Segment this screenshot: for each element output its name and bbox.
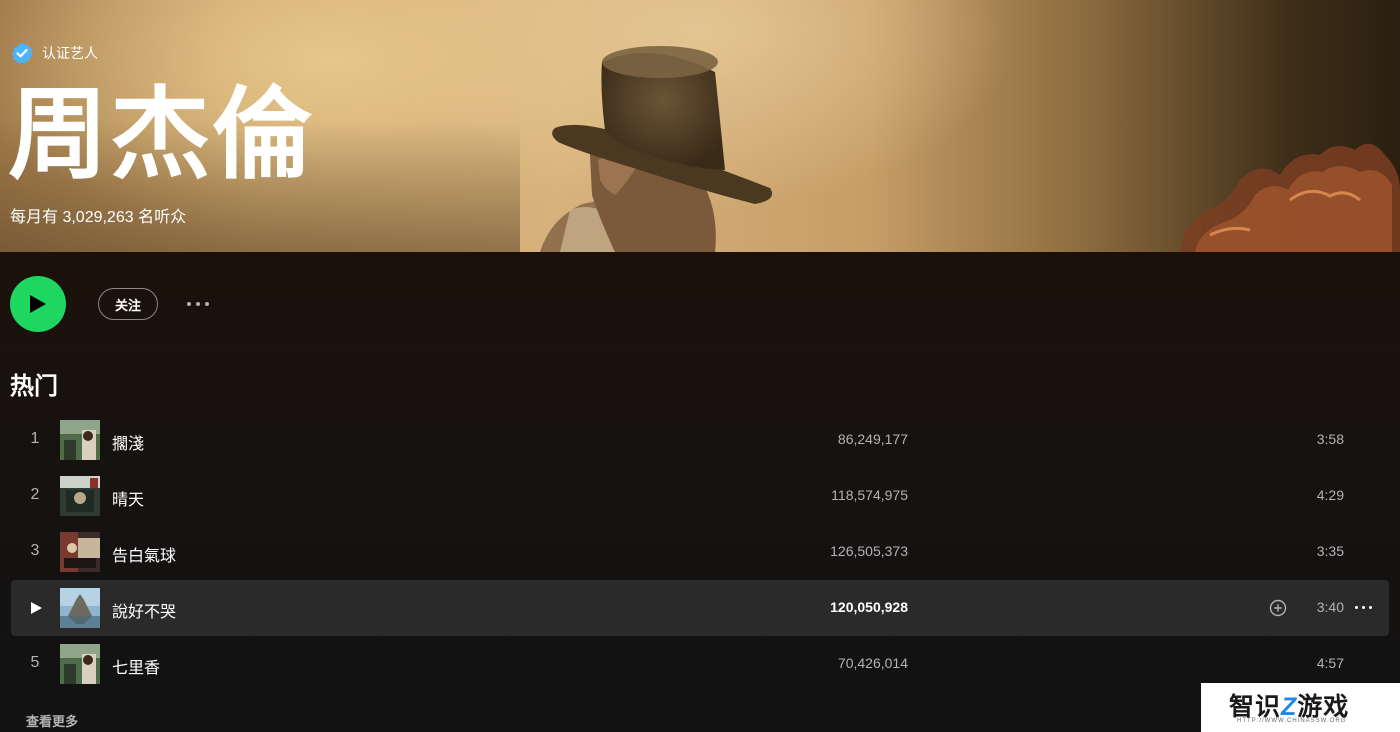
dot-icon — [196, 302, 200, 306]
track-play-count: 118,574,975 — [831, 487, 908, 503]
artist-page: 认证艺人 周杰倫 每月有 3,029,263 名听众 关注 热门 1 擱淺 86… — [0, 0, 1400, 732]
album-cover-thumbnail — [60, 588, 100, 628]
play-button[interactable] — [10, 276, 66, 332]
album-cover-thumbnail — [60, 644, 100, 684]
track-number: 2 — [30, 486, 40, 503]
site-watermark-logo: 智识Z游戏 HTTP://WWW.CHINASSW.ORG — [1201, 683, 1400, 732]
track-duration: 4:29 — [1316, 487, 1344, 503]
dot-icon — [205, 302, 209, 306]
monthly-listeners-count: 每月有 3,029,263 名听众 — [10, 209, 187, 226]
track-row[interactable]: 1 擱淺 86,249,177 3:58 — [11, 412, 1389, 468]
artist-hero-banner: 认证艺人 周杰倫 每月有 3,029,263 名听众 — [0, 0, 1400, 252]
track-title[interactable]: 晴天 — [112, 486, 144, 510]
artist-name-title: 周杰倫 — [8, 79, 314, 191]
track-title[interactable]: 七里香 — [112, 654, 160, 678]
popular-section-title: 热门 — [10, 373, 58, 400]
follow-button[interactable]: 关注 — [98, 288, 158, 320]
track-title[interactable]: 告白氣球 — [112, 542, 176, 566]
verified-check-icon — [11, 42, 33, 64]
dot-icon — [1355, 606, 1358, 609]
track-play-count: 86,249,177 — [837, 431, 908, 447]
dot-icon — [187, 302, 191, 306]
track-title[interactable]: 說好不哭 — [112, 598, 176, 622]
track-number: 3 — [30, 542, 40, 559]
more-options-button[interactable] — [182, 292, 214, 316]
track-play-count: 70,426,014 — [837, 655, 908, 671]
track-number: 5 — [30, 654, 40, 671]
artist-content: 关注 热门 1 擱淺 86,249,177 3:58 2 晴天 118,574,… — [0, 252, 1400, 732]
track-duration: 3:35 — [1316, 543, 1344, 559]
track-more-options-button[interactable] — [1355, 606, 1372, 609]
album-cover-thumbnail — [60, 420, 100, 460]
track-duration: 4:57 — [1316, 655, 1344, 671]
popular-track-list: 1 擱淺 86,249,177 3:58 2 晴天 118,574,975 4:… — [11, 412, 1389, 692]
verified-artist-badge: 认证艺人 — [10, 41, 98, 65]
track-row[interactable]: 5 七里香 70,426,014 4:57 — [11, 636, 1389, 692]
track-duration: 3:40 — [1316, 599, 1344, 615]
see-more-link[interactable]: 查看更多 — [26, 711, 78, 730]
track-play-count: 126,505,373 — [830, 543, 908, 559]
watermark-url: HTTP://WWW.CHINASSW.ORG — [1237, 718, 1347, 724]
track-duration: 3:58 — [1316, 431, 1344, 447]
track-row-hovered[interactable]: 說好不哭 120,050,928 3:40 — [11, 580, 1389, 636]
album-cover-thumbnail — [60, 476, 100, 516]
track-play-count: 120,050,928 — [830, 599, 908, 615]
track-row[interactable]: 2 晴天 118,574,975 4:29 — [11, 468, 1389, 524]
track-number: 1 — [30, 430, 40, 447]
album-cover-thumbnail — [60, 532, 100, 572]
track-row[interactable]: 3 告白氣球 126,505,373 3:35 — [11, 524, 1389, 580]
verified-artist-label: 认证艺人 — [42, 45, 98, 61]
add-to-library-icon[interactable] — [1269, 599, 1287, 617]
play-icon — [30, 295, 46, 313]
artist-photo — [540, 46, 773, 252]
track-title[interactable]: 擱淺 — [112, 430, 144, 454]
row-play-icon[interactable] — [28, 600, 44, 616]
dot-icon — [1369, 606, 1372, 609]
ornate-chair-decoration — [1180, 143, 1400, 252]
dot-icon — [1362, 606, 1365, 609]
